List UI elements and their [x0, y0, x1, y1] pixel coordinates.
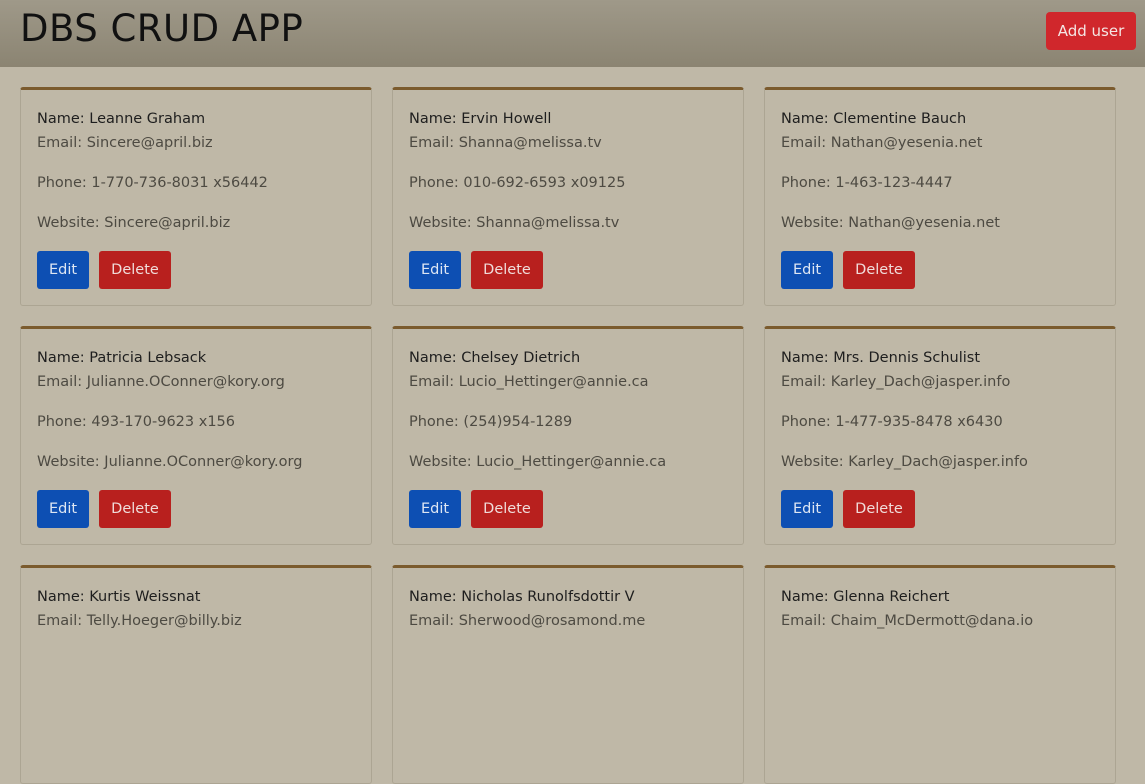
user-email: Email: Nathan@yesenia.net [781, 135, 983, 151]
user-name: Name: Nicholas Runolfsdottir V [409, 589, 635, 605]
delete-button[interactable]: Delete [843, 490, 915, 528]
user-phone: Phone: 1-477-935-8478 x6430 [781, 414, 1003, 430]
user-card: Name: Glenna Reichert Email: Chaim_McDer… [764, 565, 1116, 784]
user-phone: Phone: 493-170-9623 x156 [37, 414, 235, 430]
user-card: Name: Nicholas Runolfsdottir V Email: Sh… [392, 565, 744, 784]
edit-button[interactable]: Edit [37, 251, 89, 289]
user-email: Email: Lucio_Hettinger@annie.ca [409, 374, 649, 390]
user-card: Name: Chelsey Dietrich Email: Lucio_Hett… [392, 326, 744, 545]
delete-button[interactable]: Delete [99, 490, 171, 528]
user-card: Name: Ervin Howell Email: Shanna@melissa… [392, 87, 744, 306]
delete-button[interactable]: Delete [471, 490, 543, 528]
user-card: Name: Patricia Lebsack Email: Julianne.O… [20, 326, 372, 545]
delete-button[interactable]: Delete [471, 251, 543, 289]
user-name: Name: Leanne Graham [37, 111, 206, 127]
user-name: Name: Clementine Bauch [781, 111, 967, 127]
user-card: Name: Clementine Bauch Email: Nathan@yes… [764, 87, 1116, 306]
user-card: Name: Kurtis Weissnat Email: Telly.Hoege… [20, 565, 372, 784]
user-website: Website: Julianne.OConner@kory.org [37, 454, 303, 470]
user-website: Website: Nathan@yesenia.net [781, 215, 1000, 231]
user-phone: Phone: 1-770-736-8031 x56442 [37, 175, 268, 191]
user-email: Email: Sincere@april.biz [37, 135, 213, 151]
user-website: Website: Lucio_Hettinger@annie.ca [409, 454, 667, 470]
delete-button[interactable]: Delete [99, 251, 171, 289]
user-phone: Phone: 010-692-6593 x09125 [409, 175, 626, 191]
edit-button[interactable]: Edit [781, 490, 833, 528]
delete-button[interactable]: Delete [843, 251, 915, 289]
user-website: Website: Sincere@april.biz [37, 215, 231, 231]
user-name: Name: Glenna Reichert [781, 589, 950, 605]
user-email: Email: Shanna@melissa.tv [409, 135, 602, 151]
edit-button[interactable]: Edit [409, 490, 461, 528]
user-name: Name: Mrs. Dennis Schulist [781, 350, 981, 366]
user-email: Email: Telly.Hoeger@billy.biz [37, 613, 242, 629]
user-name: Name: Ervin Howell [409, 111, 552, 127]
user-card-grid: Name: Leanne Graham Email: Sincere@april… [20, 87, 1116, 784]
app-title: DBS CRUD APP [20, 7, 304, 50]
user-name: Name: Chelsey Dietrich [409, 350, 581, 366]
add-user-button[interactable]: Add user [1046, 12, 1136, 50]
edit-button[interactable]: Edit [37, 490, 89, 528]
user-card: Name: Leanne Graham Email: Sincere@april… [20, 87, 372, 306]
app-header: DBS CRUD APP Add user [0, 0, 1145, 67]
user-website: Website: Shanna@melissa.tv [409, 215, 620, 231]
user-phone: Phone: (254)954-1289 [409, 414, 573, 430]
edit-button[interactable]: Edit [409, 251, 461, 289]
user-email: Email: Sherwood@rosamond.me [409, 613, 646, 629]
user-phone: Phone: 1-463-123-4447 [781, 175, 953, 191]
user-card: Name: Mrs. Dennis Schulist Email: Karley… [764, 326, 1116, 545]
user-website: Website: Karley_Dach@jasper.info [781, 454, 1028, 470]
edit-button[interactable]: Edit [781, 251, 833, 289]
user-email: Email: Karley_Dach@jasper.info [781, 374, 1011, 390]
user-name: Name: Kurtis Weissnat [37, 589, 201, 605]
user-email: Email: Julianne.OConner@kory.org [37, 374, 285, 390]
user-name: Name: Patricia Lebsack [37, 350, 207, 366]
user-email: Email: Chaim_McDermott@dana.io [781, 613, 1034, 629]
